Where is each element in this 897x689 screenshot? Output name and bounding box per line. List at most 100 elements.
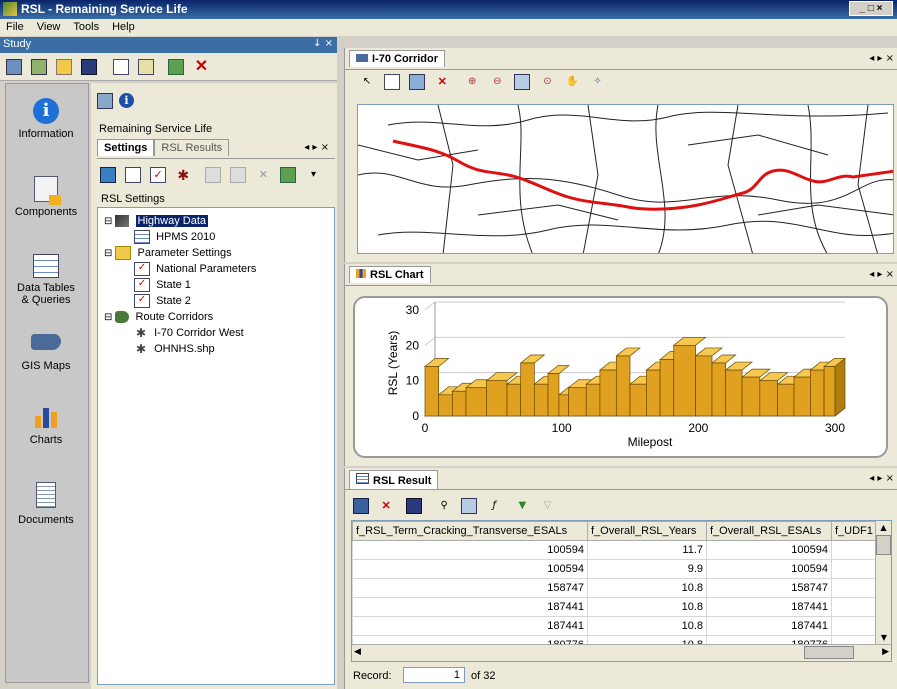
cell[interactable] — [831, 578, 879, 598]
tree-item-ohnhs[interactable]: ✱ OHNHS.shp — [134, 342, 215, 357]
menu-file[interactable]: File — [6, 21, 24, 33]
record-input[interactable]: 1 — [403, 667, 465, 683]
cell[interactable]: 10.8 — [587, 578, 707, 598]
table-row[interactable]: 100594 11.7 100594 — [352, 540, 879, 560]
filter-icon[interactable]: ▼ — [514, 498, 530, 514]
cell[interactable]: 187441 — [706, 616, 832, 636]
cell[interactable] — [831, 616, 879, 636]
tab-rsl-result[interactable]: RSL Result — [349, 470, 439, 489]
zoom-full-icon[interactable]: ⊙ — [539, 74, 555, 90]
cell[interactable] — [831, 540, 879, 560]
table-icon[interactable] — [138, 59, 155, 75]
layers-icon[interactable] — [384, 74, 401, 90]
identify-icon[interactable]: ✧ — [590, 74, 606, 90]
menu-tools[interactable]: Tools — [73, 21, 99, 33]
clear-filter-icon[interactable]: ▽ — [539, 498, 555, 514]
find-icon[interactable]: ⚲ — [436, 498, 452, 514]
tab-rsl-results[interactable]: RSL Results — [154, 139, 230, 156]
nav-data-tables[interactable]: Data Tables & Queries — [6, 254, 86, 306]
map-canvas[interactable] — [357, 104, 894, 254]
pan-icon[interactable]: ✋ — [565, 74, 581, 90]
result-pane-controls[interactable]: ◂ ▸ × — [869, 473, 894, 484]
paste-icon[interactable] — [230, 167, 247, 183]
new-study-icon[interactable] — [6, 59, 22, 75]
cell[interactable]: 187441 — [352, 616, 588, 636]
tree-item-route-corridors[interactable]: ⊟ Route Corridors — [104, 310, 213, 325]
study-pane-controls[interactable]: ↓ × — [313, 38, 333, 49]
expand-icon[interactable]: ⊟ — [104, 312, 112, 323]
pointer-icon[interactable]: ↖ — [359, 74, 375, 90]
cell[interactable]: 100594 — [706, 540, 832, 560]
zoom-in-icon[interactable]: ⊕ — [464, 74, 480, 90]
col-header[interactable]: f_Overall_RSL_ESALs — [706, 521, 832, 541]
scroll-right-arrow-icon[interactable]: ▶ — [882, 647, 889, 657]
import-icon[interactable] — [31, 59, 48, 75]
cell[interactable] — [831, 597, 879, 617]
vertical-scrollbar[interactable]: ▲ ▼ — [875, 521, 891, 645]
scroll-down-arrow-icon[interactable]: ▼ — [876, 631, 891, 645]
map-pane-controls[interactable]: ◂ ▸ × — [869, 53, 894, 64]
tab-i70-corridor[interactable]: I-70 Corridor — [349, 50, 446, 67]
list-icon[interactable] — [125, 167, 142, 183]
settings-tab-controls[interactable]: ◂ ▸ × — [304, 142, 329, 153]
table-row[interactable]: 187441 10.8 187441 — [352, 597, 879, 617]
tree-item-highway-data[interactable]: ⊟ Highway Data — [104, 214, 208, 229]
nav-gis-maps[interactable]: GIS Maps — [6, 334, 86, 372]
tab-settings[interactable]: Settings — [97, 139, 155, 156]
cell[interactable]: 187441 — [352, 597, 588, 617]
col-header[interactable]: f_RSL_Term_Cracking_Transverse_ESALs — [352, 521, 588, 541]
expand-icon[interactable]: ⊟ — [104, 248, 112, 259]
cell[interactable]: 10.8 — [587, 597, 707, 617]
hscroll-thumb[interactable] — [804, 646, 854, 659]
dropdown-arrow-icon[interactable]: ▾ — [306, 167, 322, 183]
cell[interactable]: 100594 — [706, 559, 832, 579]
cell[interactable]: 158747 — [352, 578, 588, 598]
table-row[interactable]: 100594 9.9 100594 — [352, 559, 879, 579]
nav-charts[interactable]: Charts — [6, 406, 86, 446]
star-icon[interactable]: ✱ — [175, 167, 191, 183]
expand-icon[interactable]: ⊟ — [104, 216, 112, 227]
function-icon[interactable]: ƒ — [486, 498, 502, 514]
nav-documents[interactable]: Documents — [6, 482, 86, 526]
add-setting-icon[interactable] — [100, 167, 116, 183]
nav-information[interactable]: i Information — [6, 98, 86, 140]
tree-item-parameter-settings[interactable]: ⊟ Parameter Settings — [104, 246, 232, 261]
edit-icon[interactable] — [353, 498, 369, 514]
properties-icon[interactable] — [97, 93, 113, 109]
zoom-out-icon[interactable]: ⊖ — [489, 74, 505, 90]
table-row[interactable]: 158747 10.8 158747 — [352, 578, 879, 598]
scroll-left-arrow-icon[interactable]: ◀ — [354, 647, 361, 657]
nav-components[interactable]: Components — [6, 176, 86, 218]
refresh-icon[interactable] — [168, 59, 185, 75]
delete-icon[interactable]: ✕ — [193, 59, 209, 75]
delete-layer-icon[interactable]: ✕ — [434, 74, 450, 90]
open-folder-icon[interactable] — [56, 59, 73, 75]
col-header[interactable]: f_Overall_RSL_Years — [587, 521, 707, 541]
cell[interactable]: 158747 — [706, 578, 832, 598]
refresh-settings-icon[interactable] — [280, 167, 297, 183]
map-select-icon[interactable] — [409, 74, 426, 90]
columns-icon[interactable] — [461, 498, 478, 514]
zoom-extent-icon[interactable] — [514, 74, 531, 90]
info-small-icon[interactable]: i — [119, 93, 134, 108]
save-icon[interactable] — [406, 498, 423, 514]
cell[interactable] — [831, 559, 879, 579]
menu-help[interactable]: Help — [112, 21, 135, 33]
delete-row-icon[interactable]: ✕ — [378, 498, 394, 514]
menu-view[interactable]: View — [37, 21, 61, 33]
save-icon[interactable] — [81, 59, 98, 75]
chart-pane-controls[interactable]: ◂ ▸ × — [869, 269, 894, 280]
copy-icon[interactable] — [205, 167, 222, 183]
result-grid[interactable]: f_RSL_Term_Cracking_Transverse_ESALs f_O… — [351, 520, 892, 662]
scroll-thumb[interactable] — [876, 535, 891, 555]
tab-rsl-chart[interactable]: RSL Chart — [349, 266, 431, 283]
remove-icon[interactable]: ✕ — [255, 167, 271, 183]
tree-item-hpms[interactable]: HPMS 2010 — [134, 230, 215, 245]
col-header[interactable]: f_UDF1 — [831, 521, 879, 541]
cell[interactable]: 11.7 — [587, 540, 707, 560]
cell[interactable]: 100594 — [352, 540, 588, 560]
cell[interactable]: 9.9 — [587, 559, 707, 579]
horizontal-scrollbar[interactable]: ◀ ▶ — [352, 644, 891, 661]
window-controls[interactable]: _ □ × — [849, 1, 893, 16]
cell[interactable]: 187441 — [706, 597, 832, 617]
